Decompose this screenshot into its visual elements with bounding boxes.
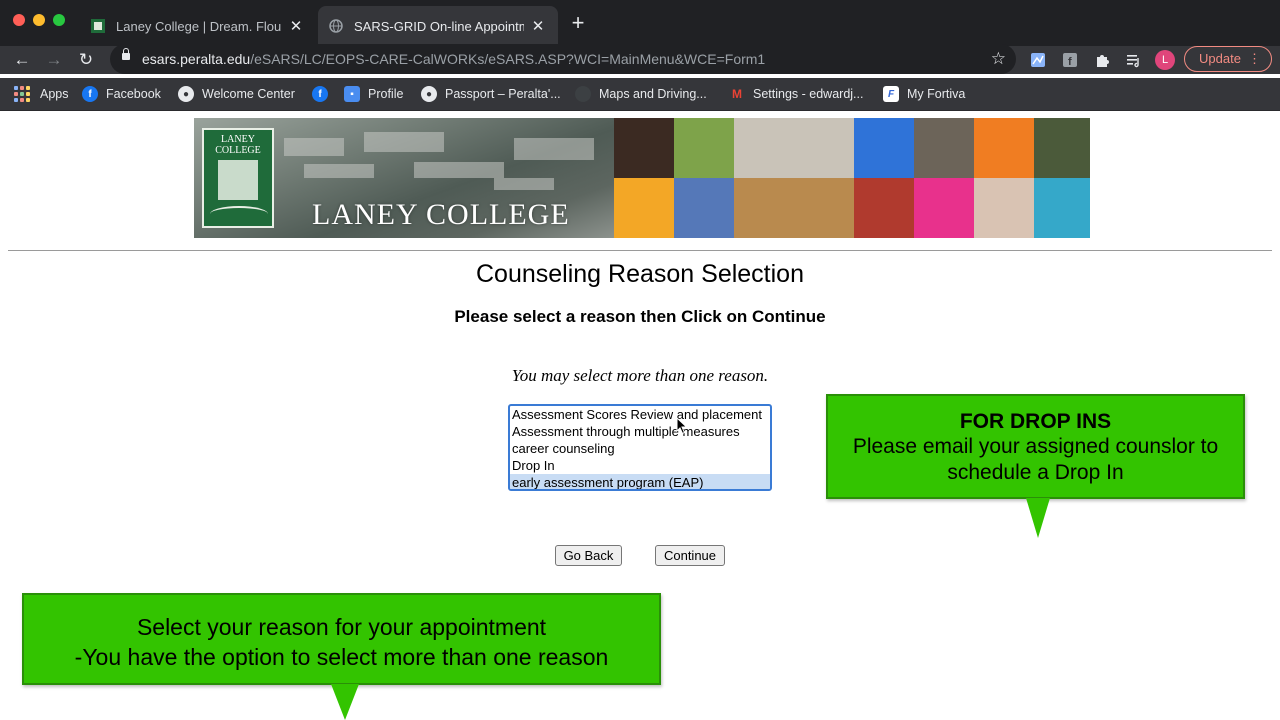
portrait-tile bbox=[614, 118, 674, 178]
laney-favicon-icon bbox=[90, 18, 106, 34]
portrait-tile bbox=[854, 178, 914, 238]
url-text: esars.peralta.edu/eSARS/LC/EOPS-CARE-Cal… bbox=[142, 51, 766, 67]
reason-option[interactable]: Assessment Scores Review and placement bbox=[510, 406, 770, 423]
continue-button[interactable]: Continue bbox=[655, 545, 725, 566]
facebook-icon: f bbox=[312, 86, 328, 102]
update-button[interactable]: Update ⋮ bbox=[1184, 46, 1272, 72]
texture-tile bbox=[914, 178, 974, 238]
bookmarks-bar: Apps f Facebook ● Welcome Center f ▪ Pro… bbox=[0, 78, 1280, 111]
globe-icon: ● bbox=[178, 86, 194, 102]
svg-text:f: f bbox=[1068, 56, 1072, 68]
reason-option[interactable]: Assessment through multiple measures bbox=[510, 423, 770, 440]
media-queue-icon[interactable] bbox=[1125, 51, 1143, 69]
callout-line-2: -You have the option to select more than… bbox=[74, 644, 609, 670]
chat-icon: ▪ bbox=[344, 86, 360, 102]
globe-icon: ● bbox=[421, 86, 437, 102]
banner-college-name: LANEY COLLEGE bbox=[312, 198, 570, 231]
tab-laney-college[interactable]: Laney College | Dream. Flourish ✕ bbox=[80, 6, 316, 46]
bookmark-settings[interactable]: M Settings - edwardj... bbox=[729, 84, 863, 104]
page-title: Counseling Reason Selection bbox=[476, 260, 804, 288]
reason-callout: Select your reason for your appointment … bbox=[22, 593, 661, 685]
reload-icon[interactable]: ↻ bbox=[74, 48, 98, 72]
divider bbox=[8, 250, 1272, 251]
flower-tile bbox=[614, 178, 674, 238]
portrait-tile bbox=[674, 178, 734, 238]
tab-title: SARS-GRID On-line Appointment bbox=[354, 18, 524, 34]
browser-toolbar: ← → ↻ esars.peralta.edu/eSARS/LC/EOPS-CA… bbox=[0, 44, 1280, 74]
reason-select-listbox[interactable]: Assessment Scores Review and placement A… bbox=[508, 404, 772, 491]
apps-grid-icon bbox=[14, 86, 30, 102]
multi-select-note: You may select more than one reason. bbox=[511, 366, 769, 385]
tab-title: Laney College | Dream. Flourish bbox=[116, 18, 282, 34]
fortiva-icon: F bbox=[883, 86, 899, 102]
bookmark-my-fortiva[interactable]: F My Fortiva bbox=[883, 84, 965, 104]
portrait-tile bbox=[914, 118, 974, 178]
back-arrow-icon[interactable]: ← bbox=[10, 48, 34, 72]
bookmark-star-icon[interactable]: ☆ bbox=[991, 49, 1006, 69]
portrait-tile bbox=[1034, 118, 1090, 178]
texture-tile bbox=[674, 118, 734, 178]
browser-titlebar: Laney College | Dream. Flourish ✕ SARS-G… bbox=[0, 0, 1280, 46]
page-instruction: Please select a reason then Click on Con… bbox=[454, 307, 826, 326]
portrait-tile bbox=[974, 178, 1034, 238]
building-sign-tile bbox=[734, 178, 854, 238]
facebook-icon: f bbox=[82, 86, 98, 102]
bookmark-profile[interactable]: ▪ Profile bbox=[344, 84, 403, 104]
maps-icon bbox=[575, 86, 591, 102]
close-tab-icon[interactable]: ✕ bbox=[288, 17, 304, 35]
callout-pointer bbox=[331, 684, 359, 720]
profile-avatar[interactable]: L bbox=[1155, 50, 1175, 70]
maximize-window-button[interactable] bbox=[53, 14, 65, 26]
callout-title: FOR DROP INS bbox=[959, 410, 1112, 433]
reason-option[interactable]: career counseling bbox=[510, 440, 770, 457]
bookmark-passport[interactable]: ● Passport – Peralta'... bbox=[421, 84, 561, 104]
laney-logo: LANEY COLLEGE bbox=[202, 128, 274, 228]
callout-body: Please email your assigned counslor to s… bbox=[852, 435, 1219, 484]
reason-option[interactable]: Drop In bbox=[510, 457, 770, 474]
new-tab-button[interactable]: + bbox=[566, 12, 590, 36]
callout-line-1: Select your reason for your appointment bbox=[136, 614, 547, 640]
bookmark-facebook-2[interactable]: f bbox=[312, 84, 336, 104]
bookmark-facebook[interactable]: f Facebook bbox=[82, 84, 161, 104]
gmail-icon: M bbox=[732, 87, 742, 101]
callout-pointer bbox=[1026, 498, 1050, 538]
texture-tile bbox=[854, 118, 914, 178]
address-bar[interactable]: esars.peralta.edu/eSARS/LC/EOPS-CARE-Cal… bbox=[110, 44, 1016, 74]
tab-sars-grid[interactable]: SARS-GRID On-line Appointment ✕ bbox=[318, 6, 558, 46]
drop-ins-callout: FOR DROP INS Please email your assigned … bbox=[826, 394, 1245, 499]
minimize-window-button[interactable] bbox=[33, 14, 45, 26]
texture-tile bbox=[974, 118, 1034, 178]
more-menu-icon[interactable]: ⋮ bbox=[1248, 47, 1261, 71]
close-window-button[interactable] bbox=[13, 14, 25, 26]
lock-icon bbox=[122, 48, 130, 60]
bookmark-apps[interactable]: Apps bbox=[14, 84, 69, 104]
extension-facebook-icon[interactable]: f bbox=[1061, 51, 1079, 69]
extension-map-icon[interactable] bbox=[1029, 51, 1047, 69]
close-tab-icon[interactable]: ✕ bbox=[530, 17, 546, 35]
extensions-puzzle-icon[interactable] bbox=[1093, 51, 1111, 69]
portrait-tile bbox=[734, 118, 854, 178]
globe-favicon-icon bbox=[328, 18, 344, 34]
water-tile bbox=[1034, 178, 1090, 238]
laney-college-banner: LANEY COLLEGE LANEY COLLEGE bbox=[194, 118, 1090, 238]
bookmark-maps[interactable]: Maps and Driving... bbox=[575, 84, 707, 104]
reason-option-selected[interactable]: early assessment program (EAP) bbox=[510, 474, 770, 489]
go-back-button[interactable]: Go Back bbox=[555, 545, 622, 566]
bookmark-welcome-center[interactable]: ● Welcome Center bbox=[178, 84, 295, 104]
forward-arrow-icon[interactable]: → bbox=[42, 48, 66, 72]
